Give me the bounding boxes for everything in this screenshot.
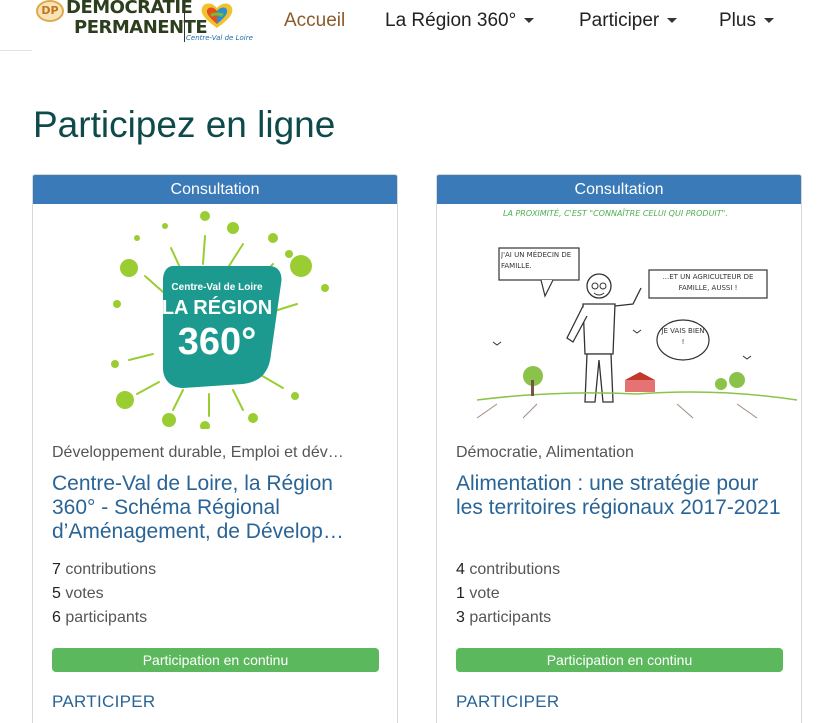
participants-label: participants (65, 609, 148, 626)
cartoon-caption: LA PROXIMITÉ, C'EST "CONNAÎTRE CELUI QUI… (503, 207, 728, 218)
consultation-card[interactable]: Consultation LA PROXIMITÉ, C'EST "CONNAÎ… (436, 174, 802, 723)
participants-stat: 6 participants (52, 606, 156, 630)
card-categories: Développement durable, Emploi et dév… (52, 444, 344, 461)
nav-region-360-dropdown[interactable]: La Région 360° (385, 10, 535, 32)
votes-count: 5 (52, 585, 61, 602)
farmer-cartoon-illustration: LA PROXIMITÉ, C'EST "CONNAÎTRE CELUI QUI… (476, 207, 798, 419)
chevron-down-icon (667, 18, 678, 24)
nav-plus-dropdown[interactable]: Plus (719, 10, 774, 32)
region-360-logo-illustration: Centre-Val de Loire LA RÉGION 360° (111, 211, 329, 431)
page-title: Participez en ligne (33, 104, 336, 145)
dp-badge: DP (36, 0, 64, 22)
brand-line-1: DÉMOCRATIE (66, 0, 193, 18)
brand-name: DÉMOCRATIE PERMANENTE (66, 0, 208, 38)
card-type-header: Consultation (33, 175, 397, 204)
card-body: Développement durable, Emploi et dév… Ce… (52, 443, 382, 544)
logo-line-1: Centre-Val de Loire (171, 282, 263, 293)
nav-accueil[interactable]: Accueil (284, 10, 345, 32)
participants-stat: 3 participants (456, 606, 560, 630)
contributions-stat: 7 contributions (52, 558, 156, 582)
navbar-divider (0, 50, 32, 51)
card-categories: Démocratie, Alimentation (456, 444, 634, 461)
speech-bubble-1: J'AI UN MÉDECIN DE FAMILLE. (501, 251, 572, 270)
status-badge: Participation en continu (52, 648, 379, 672)
votes-count: 1 (456, 585, 465, 602)
card-stats: 7 contributions 5 votes 6 participants (52, 558, 156, 630)
contributions-stat: 4 contributions (456, 558, 560, 582)
logo-line-2: LA RÉGION (162, 296, 272, 319)
chevron-down-icon (524, 18, 535, 24)
card-title-link[interactable]: Alimentation : une stratégie pour les te… (456, 472, 786, 520)
contributions-label: contributions (469, 561, 561, 578)
card-body: Démocratie, Alimentation Alimentation : … (456, 443, 786, 520)
participants-count: 3 (456, 609, 465, 626)
nav-region-360-label: La Région 360° (385, 10, 517, 31)
contributions-count: 4 (456, 561, 465, 578)
nav-accueil-label: Accueil (284, 10, 346, 31)
contributions-count: 7 (52, 561, 61, 578)
speech-bubble-3: JE VAIS BIEN ! (661, 327, 705, 346)
card-stats: 4 contributions 1 vote 3 participants (456, 558, 560, 630)
votes-label: votes (65, 585, 104, 602)
participer-link[interactable]: PARTICIPER (52, 692, 155, 712)
farmer-cartoon-image: LA PROXIMITÉ, C'EST "CONNAÎTRE CELUI QUI… (437, 204, 801, 429)
card-title-link[interactable]: Centre-Val de Loire, la Région 360° - Sc… (52, 472, 382, 544)
status-badge: Participation en continu (456, 648, 783, 672)
nav-plus-label: Plus (719, 10, 756, 31)
brand-logo[interactable]: DP DÉMOCRATIE PERMANENTE Centre-Val de L… (36, 0, 253, 46)
logo-line-3: 360° (178, 321, 257, 363)
participer-link[interactable]: PARTICIPER (456, 692, 559, 712)
votes-label: vote (469, 585, 500, 602)
contributions-label: contributions (65, 561, 157, 578)
top-navbar: DP DÉMOCRATIE PERMANENTE Centre-Val de L… (0, 0, 839, 50)
card-type-header: Consultation (437, 175, 801, 204)
chevron-down-icon (763, 18, 774, 24)
votes-stat: 5 votes (52, 582, 156, 606)
region-label: Centre-Val de Loire (186, 34, 253, 42)
nav-participer-dropdown[interactable]: Participer (579, 10, 678, 32)
region-360-logo-image: Centre-Val de Loire LA RÉGION 360° (33, 204, 397, 431)
region-heart-icon (201, 3, 233, 28)
brand-divider (184, 2, 185, 42)
consultation-card[interactable]: Consultation Centre-Val de Loire LA RÉGI… (32, 174, 398, 723)
speech-bubble-2: ...ET UN AGRICULTEUR DE FAMILLE, AUSSI ! (662, 273, 754, 292)
participants-count: 6 (52, 609, 61, 626)
participants-label: participants (469, 609, 552, 626)
nav-participer-label: Participer (579, 10, 660, 31)
votes-stat: 1 vote (456, 582, 560, 606)
